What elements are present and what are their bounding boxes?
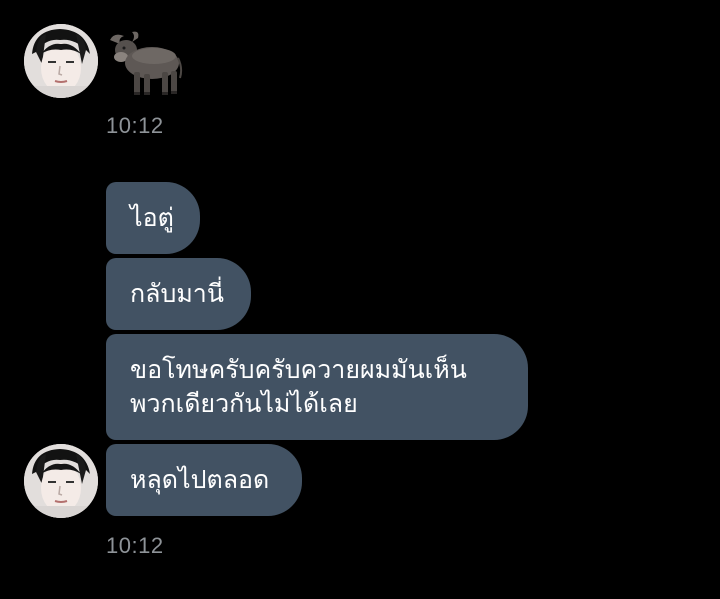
avatar-portrait-icon [24, 444, 98, 518]
message-bubble[interactable]: ไอตู่ [106, 182, 200, 254]
water-buffalo-icon [110, 31, 183, 95]
message-timestamp: 10:12 [106, 113, 164, 138]
message-timestamp: 10:12 [106, 533, 164, 558]
water-buffalo-emoji-message[interactable] [104, 30, 184, 100]
sender-avatar[interactable] [24, 24, 98, 98]
message-bubble[interactable]: หลุดไปตลอด [106, 444, 302, 516]
message-bubble[interactable]: ขอโทษครับครับควายผมมันเห็น พวกเดียวกันไม… [106, 334, 528, 440]
avatar-portrait-icon [24, 24, 98, 98]
sender-avatar[interactable] [24, 444, 98, 518]
message-bubble[interactable]: กลับมานี่ [106, 258, 251, 330]
